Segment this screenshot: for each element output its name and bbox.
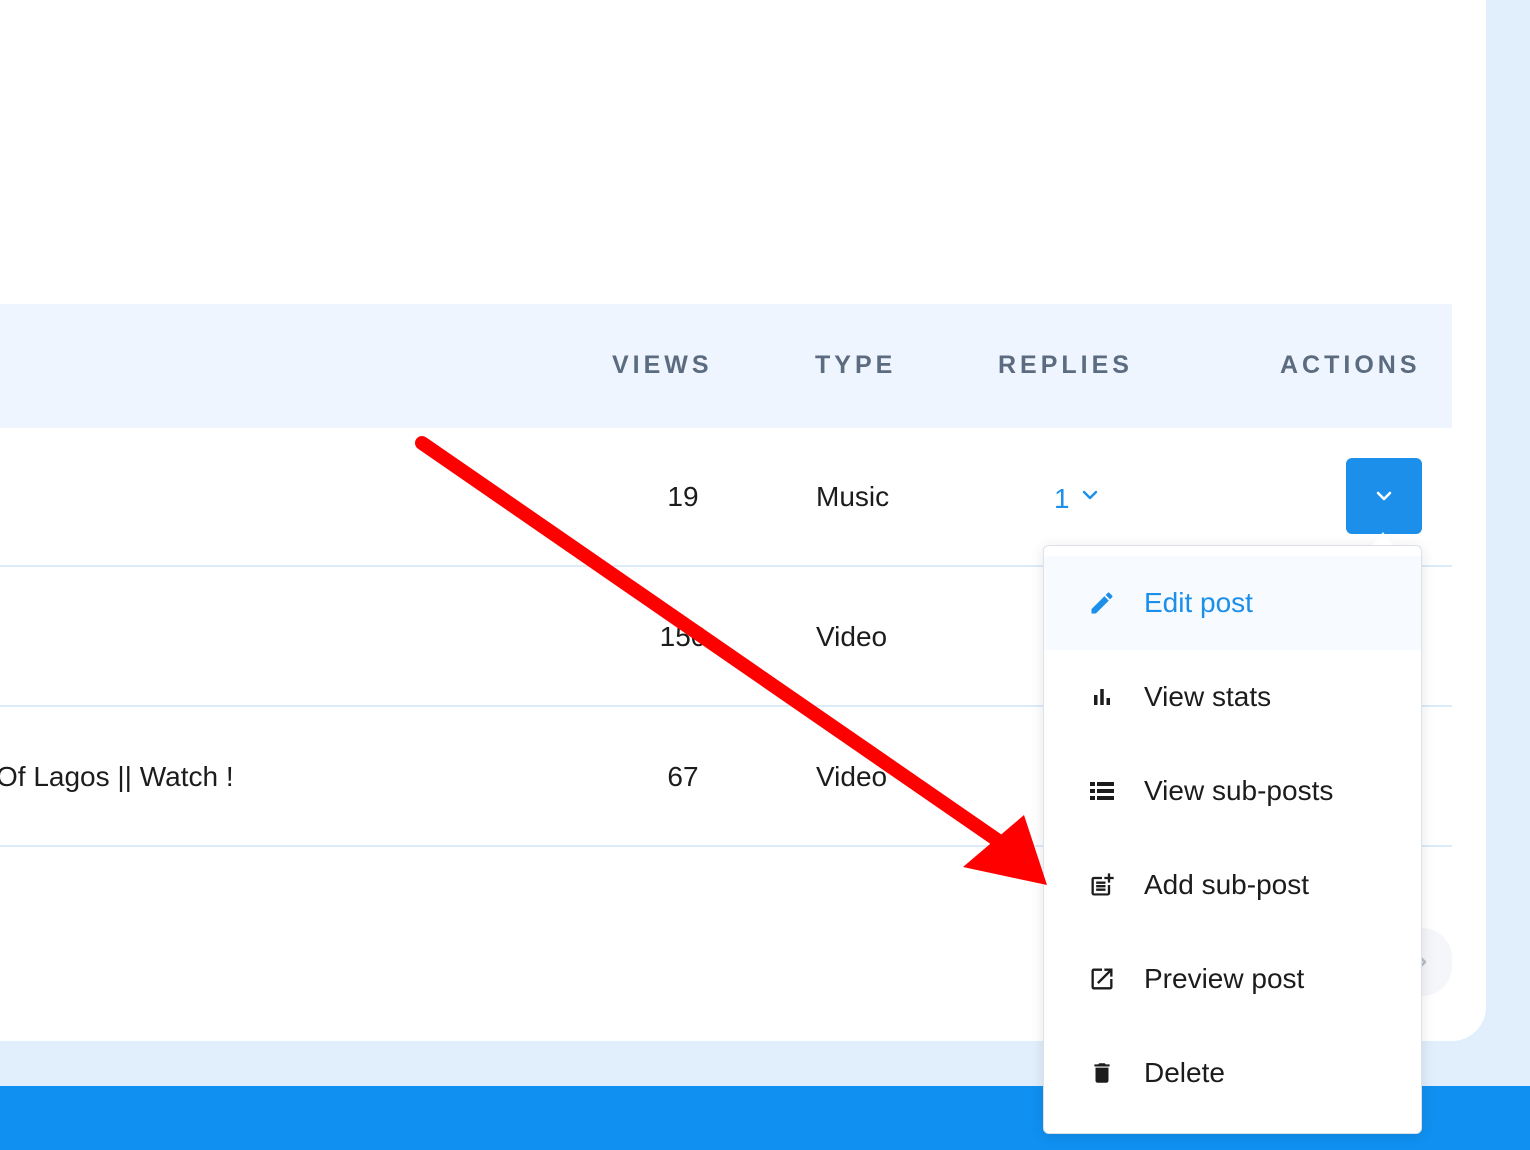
- menu-item-label: Preview post: [1144, 963, 1305, 994]
- chevron-down-icon: [1082, 490, 1097, 500]
- menu-item-label: Add sub-post: [1144, 869, 1309, 900]
- bar-chart-icon: [1087, 682, 1117, 712]
- column-header-type: TYPE: [815, 351, 897, 379]
- row-1-views: 19: [667, 481, 699, 512]
- column-header-views: VIEWS: [612, 351, 713, 379]
- menu-caret: [1373, 532, 1393, 545]
- menu-item-view-stats[interactable]: View stats: [1044, 650, 1421, 744]
- column-header-replies: REPLIES: [998, 351, 1133, 379]
- menu-item-label: Edit post: [1144, 587, 1253, 618]
- replies-toggle[interactable]: 1: [1054, 482, 1098, 516]
- open-in-new-icon: [1087, 964, 1117, 994]
- menu-item-preview-post[interactable]: Preview post: [1044, 932, 1421, 1026]
- row-2-type: Video: [816, 621, 888, 652]
- page: VIEWS TYPE REPLIES ACTIONS 19 Music 1 15…: [0, 0, 1530, 1150]
- table-header: [0, 304, 1452, 428]
- column-header-actions: ACTIONS: [1280, 351, 1421, 379]
- menu-item-delete[interactable]: Delete: [1044, 1026, 1421, 1120]
- row-3-title[interactable]: Of Lagos || Watch !: [0, 760, 234, 794]
- list-icon: [1087, 776, 1117, 806]
- row-3-type: Video: [816, 761, 888, 792]
- actions-menu: Edit post View stats View sub-posts Add …: [1043, 545, 1422, 1134]
- row-1-type: Music: [816, 481, 890, 512]
- row-2-views: 150: [659, 621, 707, 652]
- row-3-views: 67: [667, 761, 699, 792]
- menu-item-edit-post[interactable]: Edit post: [1044, 556, 1421, 650]
- chevron-down-icon: [1376, 491, 1392, 501]
- menu-item-label: View stats: [1144, 681, 1272, 712]
- replies-count: 1: [1054, 483, 1070, 514]
- menu-item-label: Delete: [1144, 1057, 1225, 1088]
- actions-dropdown-button[interactable]: [1346, 458, 1422, 534]
- pencil-icon: [1087, 588, 1117, 618]
- menu-item-label: View sub-posts: [1144, 775, 1334, 806]
- post-add-icon: [1087, 870, 1117, 900]
- menu-item-view-sub-posts[interactable]: View sub-posts: [1044, 744, 1421, 838]
- trash-icon: [1087, 1058, 1117, 1088]
- menu-item-add-sub-post[interactable]: Add sub-post: [1044, 838, 1421, 932]
